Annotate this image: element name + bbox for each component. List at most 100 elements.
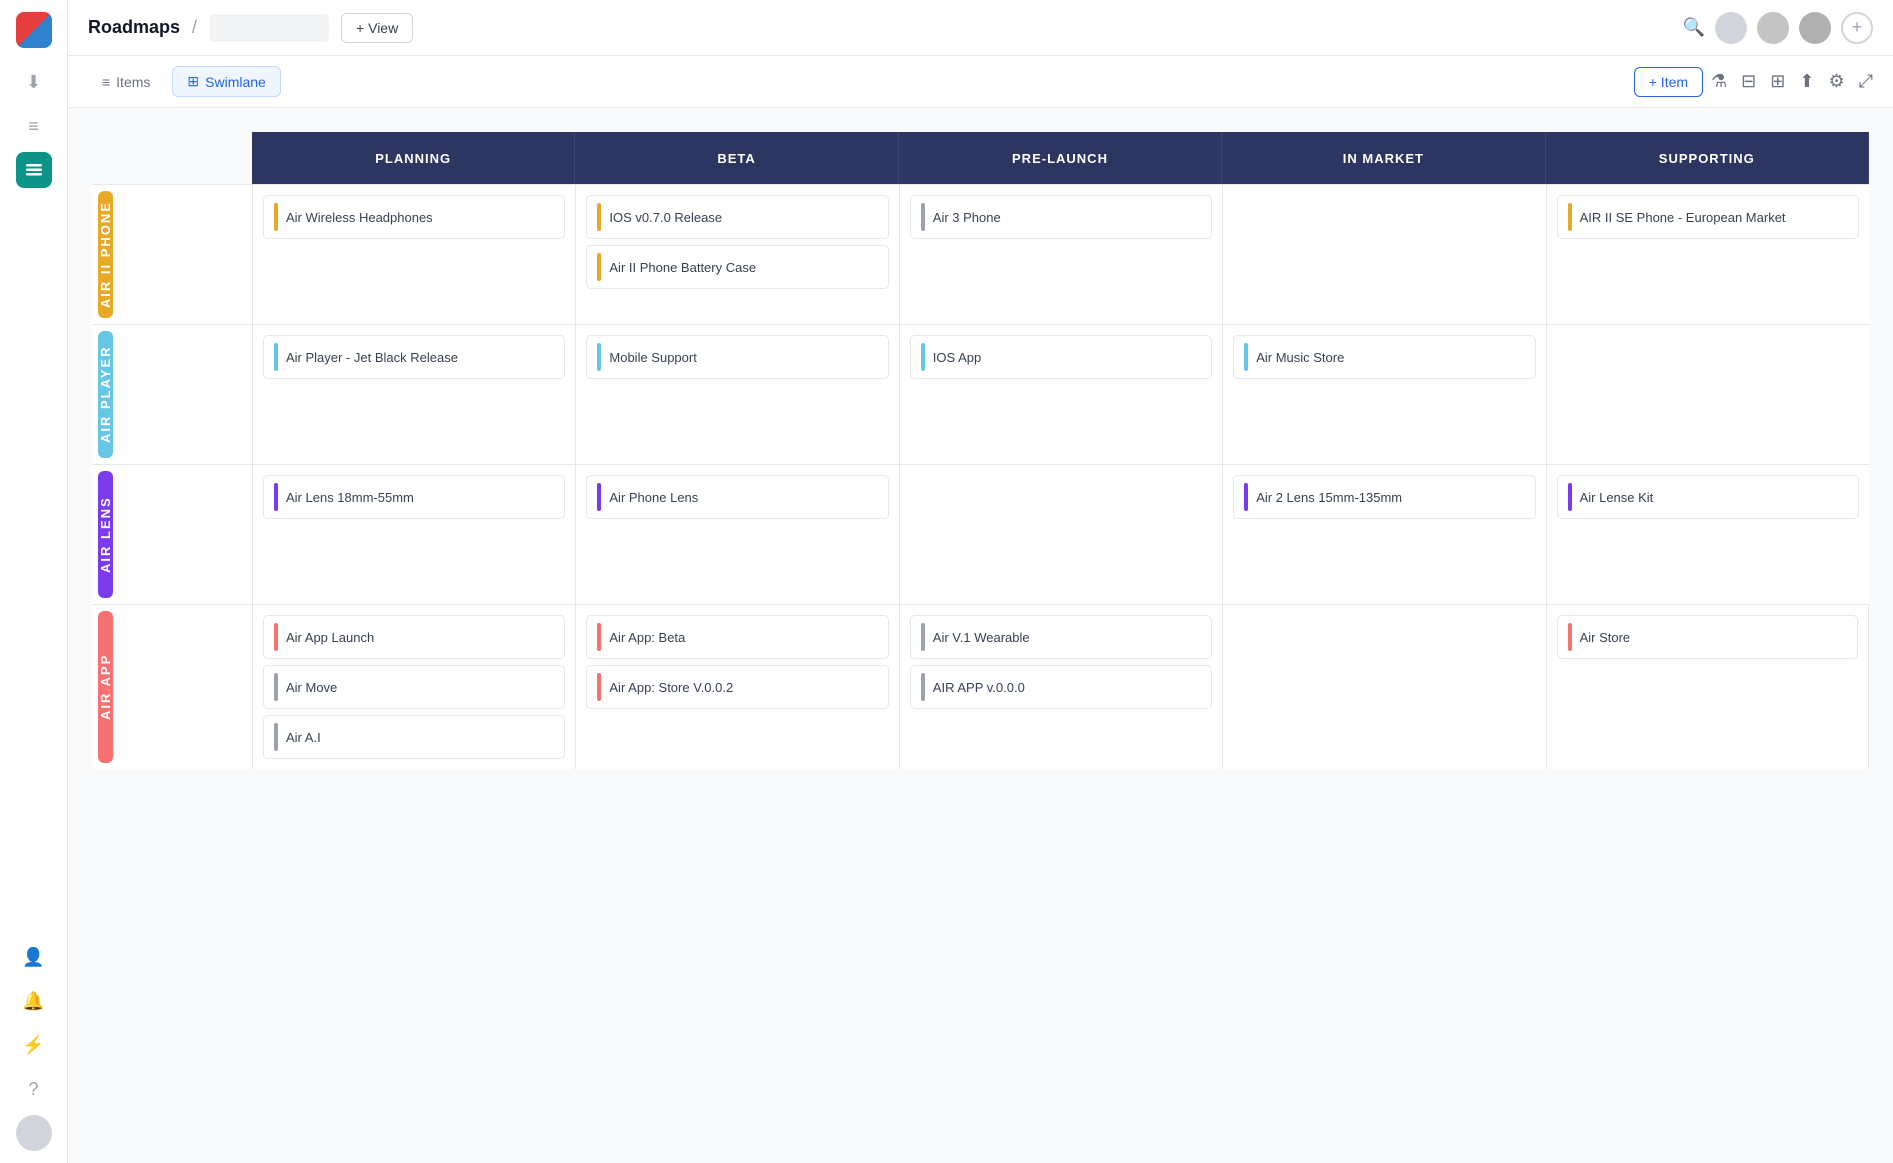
breadcrumb[interactable]	[209, 14, 329, 42]
card-text: Air App: Store V.0.0.2	[609, 680, 733, 695]
card-text: Air App Launch	[286, 630, 374, 645]
toolbar-actions: ⚗ ⊟ ⊞ ⬆ ⚙ ⤢	[1711, 71, 1873, 92]
tab-items[interactable]: ≡ Items	[88, 68, 164, 96]
columns-icon[interactable]: ⊞	[1770, 71, 1785, 92]
card-item[interactable]: Air Lens 18mm-55mm	[263, 475, 565, 519]
col-header-prelaunch: PRE-LAUNCH	[899, 132, 1222, 184]
cell-air-lens-inmarket: Air 2 Lens 15mm-135mm	[1222, 464, 1545, 604]
group-icon[interactable]: ⊟	[1741, 71, 1756, 92]
card-dot	[597, 673, 601, 701]
col-header-spacer	[92, 132, 252, 184]
card-item[interactable]: Air Phone Lens	[586, 475, 888, 519]
card-text: Air Phone Lens	[609, 490, 698, 505]
card-dot	[274, 343, 278, 371]
cell-air-ii-phone-planning: Air Wireless Headphones	[252, 184, 575, 324]
cell-air-player-supporting	[1546, 324, 1869, 464]
filter-icon[interactable]: ⚗	[1711, 71, 1727, 92]
row-label-air-player[interactable]: AIR PLAYER	[98, 331, 113, 458]
card-text: Air A.I	[286, 730, 321, 745]
card-text: AIR II SE Phone - European Market	[1580, 210, 1786, 225]
card-item[interactable]: Air 2 Lens 15mm-135mm	[1233, 475, 1535, 519]
card-item[interactable]: Air II Phone Battery Case	[586, 245, 888, 289]
card-dot	[597, 343, 601, 371]
card-dot	[597, 253, 601, 281]
add-item-button[interactable]: + Item	[1634, 67, 1703, 97]
card-text: Mobile Support	[609, 350, 696, 365]
row-label-air-ii-phone[interactable]: AIR II PHONE	[98, 191, 113, 318]
sidebar-icon-bell[interactable]: 🔔	[16, 983, 52, 1019]
items-label: Items	[116, 74, 150, 90]
cell-air-ii-phone-beta: IOS v0.7.0 Release Air II Phone Battery C…	[575, 184, 898, 324]
card-item[interactable]: Air App: Beta	[586, 615, 888, 659]
export-icon[interactable]: ⬆	[1799, 71, 1814, 92]
card-item[interactable]: IOS App	[910, 335, 1212, 379]
card-text: Air Move	[286, 680, 337, 695]
card-item[interactable]: Air Player - Jet Black Release	[263, 335, 565, 379]
card-item[interactable]: Air App: Store V.0.0.2	[586, 665, 888, 709]
row-label-air-lens[interactable]: AIR LENS	[98, 471, 113, 598]
card-item[interactable]: Air Music Store	[1233, 335, 1535, 379]
card-item[interactable]: Air Lense Kit	[1557, 475, 1859, 519]
items-icon: ≡	[102, 74, 110, 90]
settings-icon[interactable]: ⚙	[1828, 71, 1844, 92]
card-item[interactable]: IOS v0.7.0 Release	[586, 195, 888, 239]
card-dot	[274, 673, 278, 701]
card-item[interactable]: AIR II SE Phone - European Market	[1557, 195, 1859, 239]
user-avatar[interactable]	[16, 1115, 52, 1151]
swimlane-icon: ⊞	[187, 73, 199, 90]
row-label-cell-air-app: AIR APP	[92, 604, 252, 769]
sidebar-icon-bolt[interactable]: ⚡	[16, 1027, 52, 1063]
card-dot	[1244, 483, 1248, 511]
cell-air-app-beta: Air App: Beta Air App: Store V.0.0.2	[575, 604, 898, 769]
swimlane-label: Swimlane	[205, 74, 266, 90]
search-icon[interactable]: 🔍	[1683, 17, 1705, 38]
card-text: Air 2 Lens 15mm-135mm	[1256, 490, 1402, 505]
cell-air-lens-beta: Air Phone Lens	[575, 464, 898, 604]
card-item[interactable]: Air Wireless Headphones	[263, 195, 565, 239]
sidebar-icon-help[interactable]: ?	[16, 1071, 52, 1107]
logo[interactable]	[16, 12, 52, 48]
card-dot	[1568, 203, 1572, 231]
card-text: Air Wireless Headphones	[286, 210, 433, 225]
card-item[interactable]: Air 3 Phone	[910, 195, 1212, 239]
add-member-button[interactable]: +	[1841, 12, 1873, 44]
card-item[interactable]: Air Store	[1557, 615, 1858, 659]
toolbar: ≡ Items ⊞ Swimlane + Item ⚗ ⊟ ⊞ ⬆ ⚙ ⤢	[68, 56, 1893, 108]
sidebar-icon-roadmap[interactable]	[16, 152, 52, 188]
header: Roadmaps / + View 🔍 +	[68, 0, 1893, 56]
card-dot	[597, 483, 601, 511]
swimlane-grid: PLANNINGBETAPRE-LAUNCHIN MARKETSUPPORTIN…	[92, 132, 1869, 769]
cell-air-app-planning: Air App Launch Air Move Air A.I	[252, 604, 575, 769]
col-header-inmarket: IN MARKET	[1222, 132, 1545, 184]
avatar-3[interactable]	[1799, 12, 1831, 44]
card-dot	[1244, 343, 1248, 371]
cell-air-ii-phone-inmarket	[1222, 184, 1545, 324]
card-item[interactable]: Air A.I	[263, 715, 565, 759]
avatar-1[interactable]	[1715, 12, 1747, 44]
card-item[interactable]: Air V.1 Wearable	[910, 615, 1212, 659]
card-dot	[1568, 623, 1572, 651]
fullscreen-icon[interactable]: ⤢	[1859, 71, 1873, 92]
card-item[interactable]: Air App Launch	[263, 615, 565, 659]
card-item[interactable]: AIR APP v.0.0.0	[910, 665, 1212, 709]
card-text: Air Store	[1580, 630, 1631, 645]
card-item[interactable]: Air Move	[263, 665, 565, 709]
add-view-button[interactable]: + View	[341, 13, 413, 43]
sidebar-icon-person-add[interactable]: 👤	[16, 939, 52, 975]
sidebar-icon-list[interactable]: ≡	[16, 108, 52, 144]
cell-air-ii-phone-prelaunch: Air 3 Phone	[899, 184, 1222, 324]
avatar-2[interactable]	[1757, 12, 1789, 44]
row-label-air-app[interactable]: AIR APP	[98, 611, 113, 763]
card-text: Air Lens 18mm-55mm	[286, 490, 414, 505]
card-dot	[274, 723, 278, 751]
card-text: IOS App	[933, 350, 981, 365]
row-label-cell-air-ii-phone: AIR II PHONE	[92, 184, 252, 324]
sidebar: ⬇ ≡ 👤 🔔 ⚡ ?	[0, 0, 68, 1163]
tab-swimlane[interactable]: ⊞ Swimlane	[172, 66, 280, 97]
card-dot	[597, 203, 601, 231]
card-item[interactable]: Mobile Support	[586, 335, 888, 379]
sidebar-icon-download[interactable]: ⬇	[16, 64, 52, 100]
card-text: Air App: Beta	[609, 630, 685, 645]
card-text: Air Player - Jet Black Release	[286, 350, 458, 365]
card-text: Air Lense Kit	[1580, 490, 1654, 505]
